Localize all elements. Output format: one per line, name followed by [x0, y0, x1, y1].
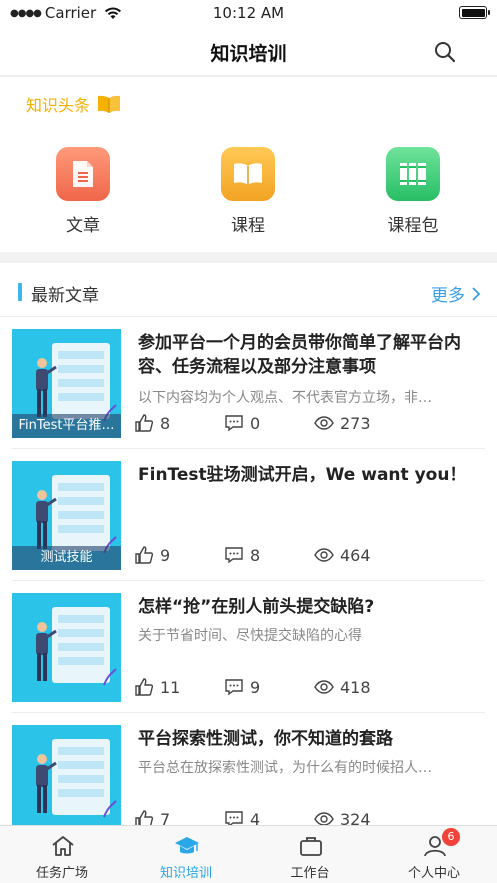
notification-badge: 6	[442, 828, 460, 846]
thumbnail-label: 测试技能	[12, 546, 121, 570]
article-stats: 7 4 324	[134, 809, 494, 825]
presentation-illustration	[36, 739, 117, 818]
comment-count: 4	[250, 809, 261, 826]
thumbnail-label: FinTest平台推…	[12, 414, 121, 438]
books-icon	[386, 147, 440, 201]
article-stats: 8 0 273	[134, 413, 494, 435]
view-count: 464	[340, 545, 371, 565]
comment-count: 9	[250, 677, 261, 697]
category-course-package[interactable]: 课程包	[373, 147, 453, 236]
chevron-right-icon	[472, 286, 481, 301]
tab-bar: 任务广场 知识培训 工作台 6 个人中心	[0, 825, 497, 883]
status-bar: ●●●● Carrier 10:12 AM	[0, 0, 497, 28]
search-icon[interactable]	[433, 40, 457, 64]
like-stat[interactable]: 8	[134, 413, 170, 433]
thumbs-up-icon	[135, 414, 154, 432]
article-title: 怎样“抢”在别人前头提交缺陷?	[138, 597, 375, 617]
tab-label: 个人中心	[407, 866, 460, 881]
article-summary: 以下内容均为个人观点、不代表官方立场，非…	[138, 390, 432, 406]
category-article[interactable]: 文章	[43, 147, 123, 236]
view-stat: 418	[314, 677, 371, 697]
page-title: 知识培训	[210, 43, 287, 65]
eye-icon	[314, 548, 334, 562]
article-thumbnail	[12, 725, 121, 825]
comment-icon	[225, 415, 243, 432]
briefcase-icon	[300, 837, 322, 856]
view-stat: 324	[314, 809, 371, 825]
comment-icon	[225, 547, 243, 564]
comment-stat[interactable]: 4	[224, 809, 260, 825]
article-summary: 平台总在放探索性测试，为什么有的时候招人…	[138, 760, 432, 776]
section-title: 最新文章	[31, 286, 99, 306]
article-stats: 11 9 418	[134, 677, 494, 699]
eye-icon	[314, 416, 334, 430]
like-stat[interactable]: 11	[134, 677, 180, 697]
comment-stat[interactable]: 0	[224, 413, 260, 433]
section-accent-bar	[18, 283, 22, 301]
comment-icon	[225, 679, 243, 696]
comment-icon	[225, 811, 243, 825]
eye-icon	[314, 680, 334, 694]
view-count: 324	[340, 809, 371, 826]
category-label: 课程包	[387, 216, 439, 236]
comment-stat[interactable]: 8	[224, 545, 260, 565]
like-stat[interactable]: 9	[134, 545, 170, 565]
tab-workbench[interactable]: 工作台	[248, 826, 372, 883]
like-count: 11	[160, 677, 181, 697]
article-summary: 关于节省时间、尽快提交缺陷的心得	[138, 628, 362, 644]
navigation-bar: 知识培训	[0, 28, 497, 76]
article-item[interactable]: 测试技能 FinTest驻场测试开启，We want you！ 9 8 464	[0, 449, 497, 581]
comment-stat[interactable]: 9	[224, 677, 260, 697]
tab-label: 工作台	[290, 866, 330, 881]
article-item[interactable]: FinTest平台推… 参加平台一个月的会员带你简单了解平台内容、任务流程以及部…	[0, 317, 497, 449]
latest-articles-section: 最新文章 更多 FinTest平台推… 参加平台一个月的会员带你简单了解平台内容…	[0, 263, 497, 825]
like-stat[interactable]: 7	[134, 809, 170, 825]
headline-label: 知识头条	[26, 96, 91, 115]
like-count: 8	[160, 413, 171, 433]
tab-label: 任务广场	[35, 866, 88, 881]
tab-profile[interactable]: 6 个人中心	[372, 826, 496, 883]
more-link[interactable]: 更多	[431, 281, 481, 306]
like-count: 9	[160, 545, 171, 565]
article-title: 参加平台一个月的会员带你简单了解平台内容、任务流程以及部分注意事项	[138, 333, 461, 377]
category-course[interactable]: 课程	[208, 147, 288, 236]
more-label: 更多	[431, 286, 465, 306]
article-thumbnail: 测试技能	[12, 461, 121, 570]
home-icon	[52, 836, 74, 856]
thumbs-up-icon	[135, 546, 154, 564]
view-stat: 273	[314, 413, 371, 433]
battery-icon	[459, 6, 490, 19]
category-label: 文章	[66, 216, 100, 236]
tab-knowledge-training[interactable]: 知识培训	[124, 826, 248, 883]
tab-label: 知识培训	[159, 866, 212, 881]
eye-icon	[314, 812, 334, 825]
presentation-illustration	[36, 607, 117, 686]
thumbs-up-icon	[135, 678, 154, 696]
view-stat: 464	[314, 545, 371, 565]
article-thumbnail: FinTest平台推…	[12, 329, 121, 438]
comment-count: 0	[250, 413, 261, 433]
headline-banner[interactable]: 知识头条	[26, 92, 122, 116]
open-book-icon	[221, 147, 275, 201]
section-header: 最新文章 更多	[0, 263, 497, 317]
like-count: 7	[160, 809, 171, 826]
article-item[interactable]: 平台探索性测试，你不知道的套路 平台总在放探索性测试，为什么有的时候招人… 7 …	[0, 713, 497, 825]
clock: 10:12 AM	[212, 4, 285, 22]
knowledge-header-section: 知识头条 文章 课程 课程包	[0, 77, 497, 252]
graduation-cap-icon	[175, 837, 199, 854]
article-title: 平台探索性测试，你不知道的套路	[138, 729, 393, 749]
article-stats: 9 8 464	[134, 545, 494, 567]
open-book-icon	[98, 95, 121, 113]
comment-count: 8	[250, 545, 261, 565]
article-item[interactable]: 怎样“抢”在别人前头提交缺陷? 关于节省时间、尽快提交缺陷的心得 11 9 41…	[0, 581, 497, 713]
thumbs-up-icon	[135, 810, 154, 825]
view-count: 418	[340, 677, 371, 697]
tab-task-square[interactable]: 任务广场	[0, 826, 124, 883]
article-title: FinTest驻场测试开启，We want you！	[138, 465, 467, 485]
document-icon	[56, 147, 110, 201]
article-thumbnail	[12, 593, 121, 702]
category-label: 课程	[231, 216, 265, 236]
view-count: 273	[340, 413, 371, 433]
